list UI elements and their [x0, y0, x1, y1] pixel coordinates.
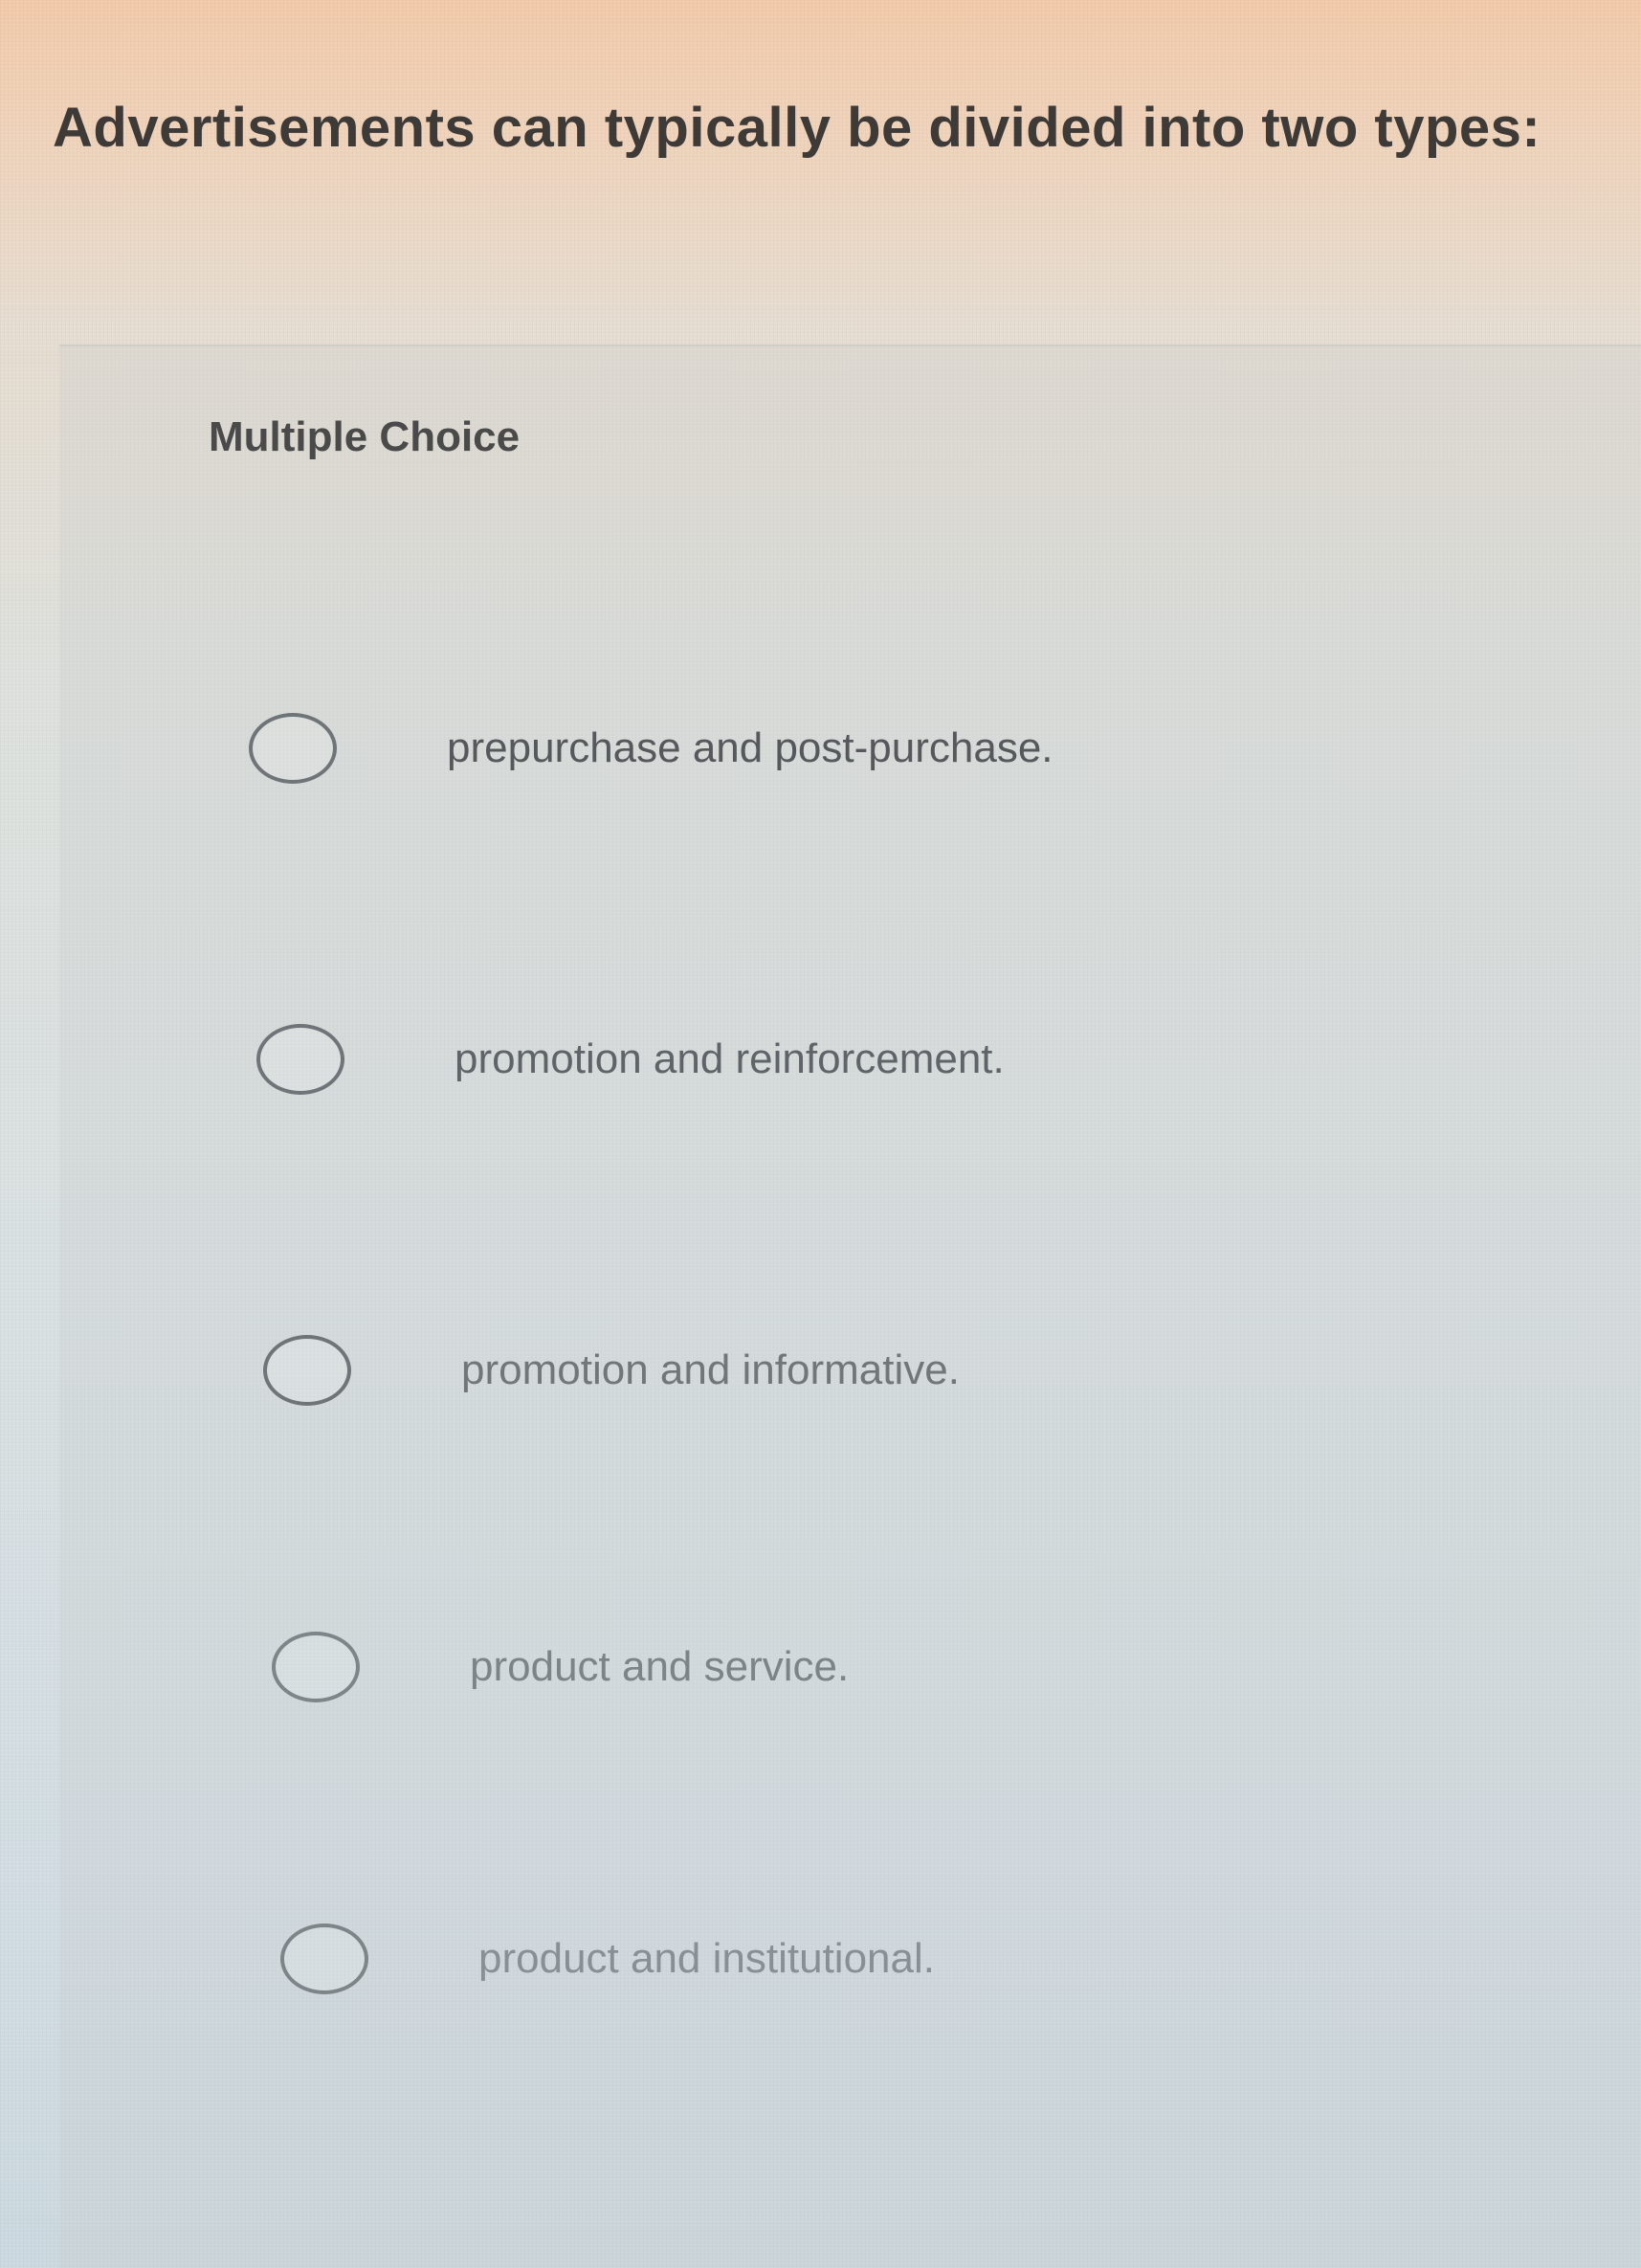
answer-option-4[interactable]: product and service. [272, 1632, 849, 1702]
question-text: Advertisements can typically be divided … [53, 97, 1541, 159]
radio-button-icon[interactable] [272, 1632, 360, 1702]
radio-button-icon[interactable] [256, 1024, 344, 1095]
answer-option-5[interactable]: product and institutional. [280, 1923, 935, 1994]
answer-option-label: promotion and reinforcement. [455, 1035, 1005, 1082]
answer-option-label: product and institutional. [478, 1935, 935, 1982]
radio-button-icon[interactable] [280, 1923, 368, 1994]
answer-option-label: product and service. [470, 1643, 850, 1690]
answer-option-1[interactable]: prepurchase and post-purchase. [249, 713, 1053, 784]
radio-button-icon[interactable] [249, 713, 337, 784]
answer-option-3[interactable]: promotion and informative. [263, 1335, 960, 1406]
answer-option-label: prepurchase and post-purchase. [447, 724, 1053, 771]
radio-button-icon[interactable] [263, 1335, 351, 1406]
answer-option-label: promotion and informative. [461, 1346, 960, 1393]
question-type-label: Multiple Choice [209, 413, 521, 460]
answer-option-2[interactable]: promotion and reinforcement. [256, 1024, 1005, 1095]
